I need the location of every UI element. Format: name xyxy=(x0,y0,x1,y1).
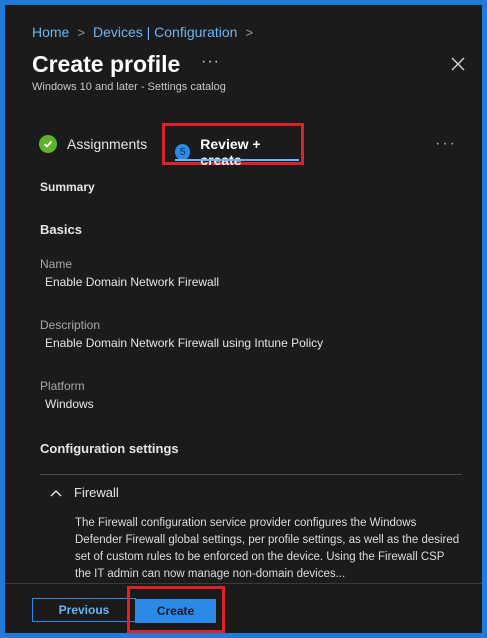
step-number-icon: 5 xyxy=(175,144,191,160)
breadcrumb-separator: > xyxy=(77,24,85,40)
highlight-box-create: Create xyxy=(127,586,225,633)
breadcrumb-home[interactable]: Home xyxy=(32,24,69,40)
tab-review-create-label: Review + create xyxy=(200,136,261,168)
page-title: Create profile xyxy=(32,51,181,77)
chevron-up-icon xyxy=(50,489,62,496)
highlight-box-review: 5 Review + create xyxy=(162,123,304,168)
divider xyxy=(40,474,462,475)
breadcrumb-separator: > xyxy=(245,24,254,40)
close-icon[interactable] xyxy=(451,57,465,71)
create-profile-panel: Home > Devices | Configuration > Create … xyxy=(5,5,482,633)
summary-heading: Summary xyxy=(40,180,95,194)
firewall-description: The Firewall configuration service provi… xyxy=(75,517,460,580)
breadcrumb-devices-configuration[interactable]: Devices | Configuration xyxy=(93,24,237,40)
footer-bar: Previous Create xyxy=(5,583,482,633)
tab-review-create[interactable]: 5 Review + create xyxy=(175,136,301,168)
checkmark-icon xyxy=(39,135,57,153)
tab-assignments[interactable]: Assignments xyxy=(39,135,147,153)
description-label: Description xyxy=(40,318,101,332)
name-value: Enable Domain Network Firewall xyxy=(45,275,220,289)
wizard-tabs: Assignments 5 Review + create ··· xyxy=(5,123,482,168)
name-label: Name xyxy=(40,257,73,271)
tab-assignments-label: Assignments xyxy=(67,136,148,152)
configuration-settings-heading: Configuration settings xyxy=(40,441,179,456)
breadcrumb: Home > Devices | Configuration > xyxy=(32,24,261,40)
previous-button[interactable]: Previous xyxy=(32,598,136,622)
firewall-section-toggle[interactable]: Firewall xyxy=(50,485,119,500)
platform-value: Windows xyxy=(45,397,94,411)
active-tab-underline xyxy=(175,159,299,161)
create-button[interactable]: Create xyxy=(135,599,216,623)
page-subtitle: Windows 10 and later - Settings catalog xyxy=(32,81,226,93)
title-more-icon[interactable]: ··· xyxy=(201,53,220,71)
platform-label: Platform xyxy=(40,379,85,393)
basics-heading: Basics xyxy=(40,222,82,237)
tabs-more-icon[interactable]: ··· xyxy=(435,135,457,153)
description-value: Enable Domain Network Firewall using Int… xyxy=(45,336,324,350)
firewall-label: Firewall xyxy=(74,485,119,500)
